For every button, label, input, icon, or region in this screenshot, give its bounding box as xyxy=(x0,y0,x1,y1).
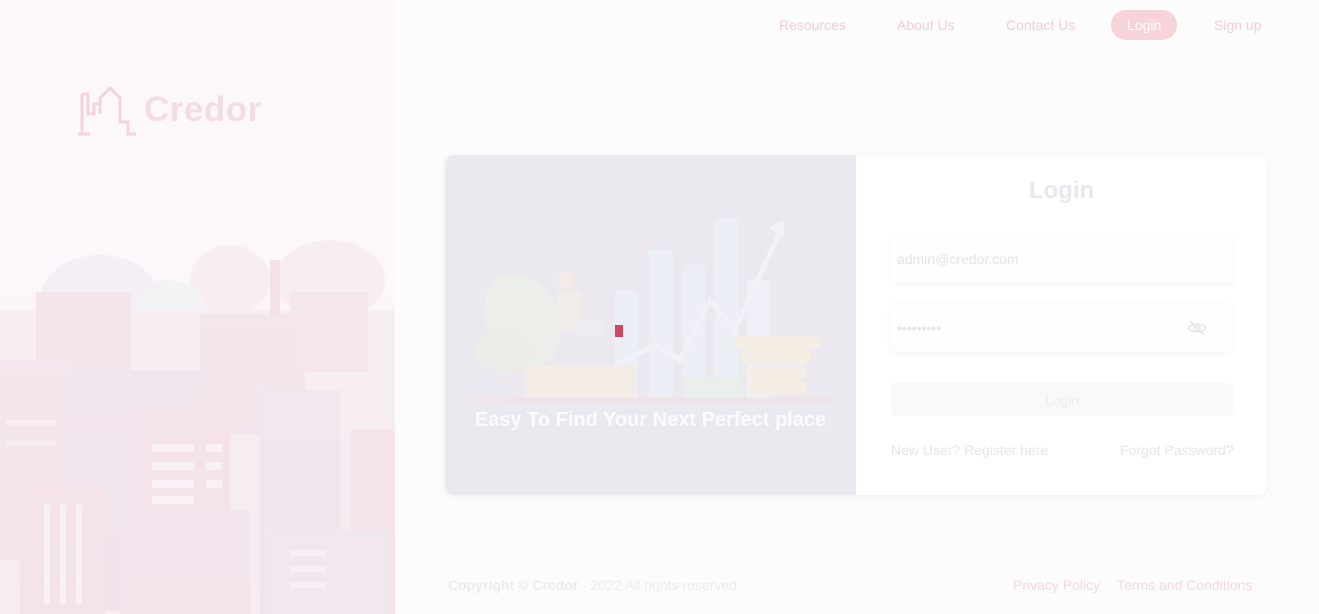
nav-signup-link[interactable]: Sign up xyxy=(1214,9,1261,41)
nav-about-link[interactable]: About Us xyxy=(897,9,955,41)
copyright-suffix: - 2022 All rights reserved xyxy=(582,577,737,593)
nav-resources-link[interactable]: Resources xyxy=(779,9,846,41)
email-input[interactable] xyxy=(897,235,1177,283)
left-panel: Credor xyxy=(0,0,395,614)
brand-logo[interactable]: Credor xyxy=(78,84,262,136)
top-nav: Resources About Us Contact Us Login Sign… xyxy=(0,9,1319,41)
login-card: Easy To Find Your Next Perfect place Log… xyxy=(445,155,1267,495)
growth-chart-illustration xyxy=(465,218,833,401)
copyright-brand: Credor xyxy=(532,577,579,593)
form-title: Login xyxy=(1028,177,1095,204)
hero-tagline: Easy To Find Your Next Perfect place xyxy=(474,409,827,431)
eye-off-icon[interactable] xyxy=(1187,320,1207,336)
privacy-policy-link[interactable]: Privacy Policy xyxy=(1013,577,1100,593)
footer-copyright: Copyright © Credor - 2022 All rights res… xyxy=(448,577,737,593)
password-field-wrapper xyxy=(891,304,1233,352)
nav-login-button[interactable]: Login xyxy=(1111,10,1178,40)
login-submit-button[interactable]: Login xyxy=(891,383,1233,416)
login-form: Login Login New User? Register here Forg… xyxy=(856,155,1267,495)
brand-name: Credor xyxy=(144,90,262,129)
city-outline-icon xyxy=(78,86,136,136)
email-field-wrapper xyxy=(891,235,1233,283)
hero-panel: Easy To Find Your Next Perfect place xyxy=(445,155,856,495)
password-input[interactable] xyxy=(897,304,1177,352)
city-illustration xyxy=(0,240,395,614)
forgot-password-link[interactable]: Forgot Password? xyxy=(1120,442,1234,458)
copyright-prefix: Copyright © xyxy=(448,577,529,593)
register-link[interactable]: New User? Register here xyxy=(891,442,1048,458)
terms-link[interactable]: Terms and Conditions xyxy=(1117,577,1252,593)
nav-contact-link[interactable]: Contact Us xyxy=(1006,9,1075,41)
